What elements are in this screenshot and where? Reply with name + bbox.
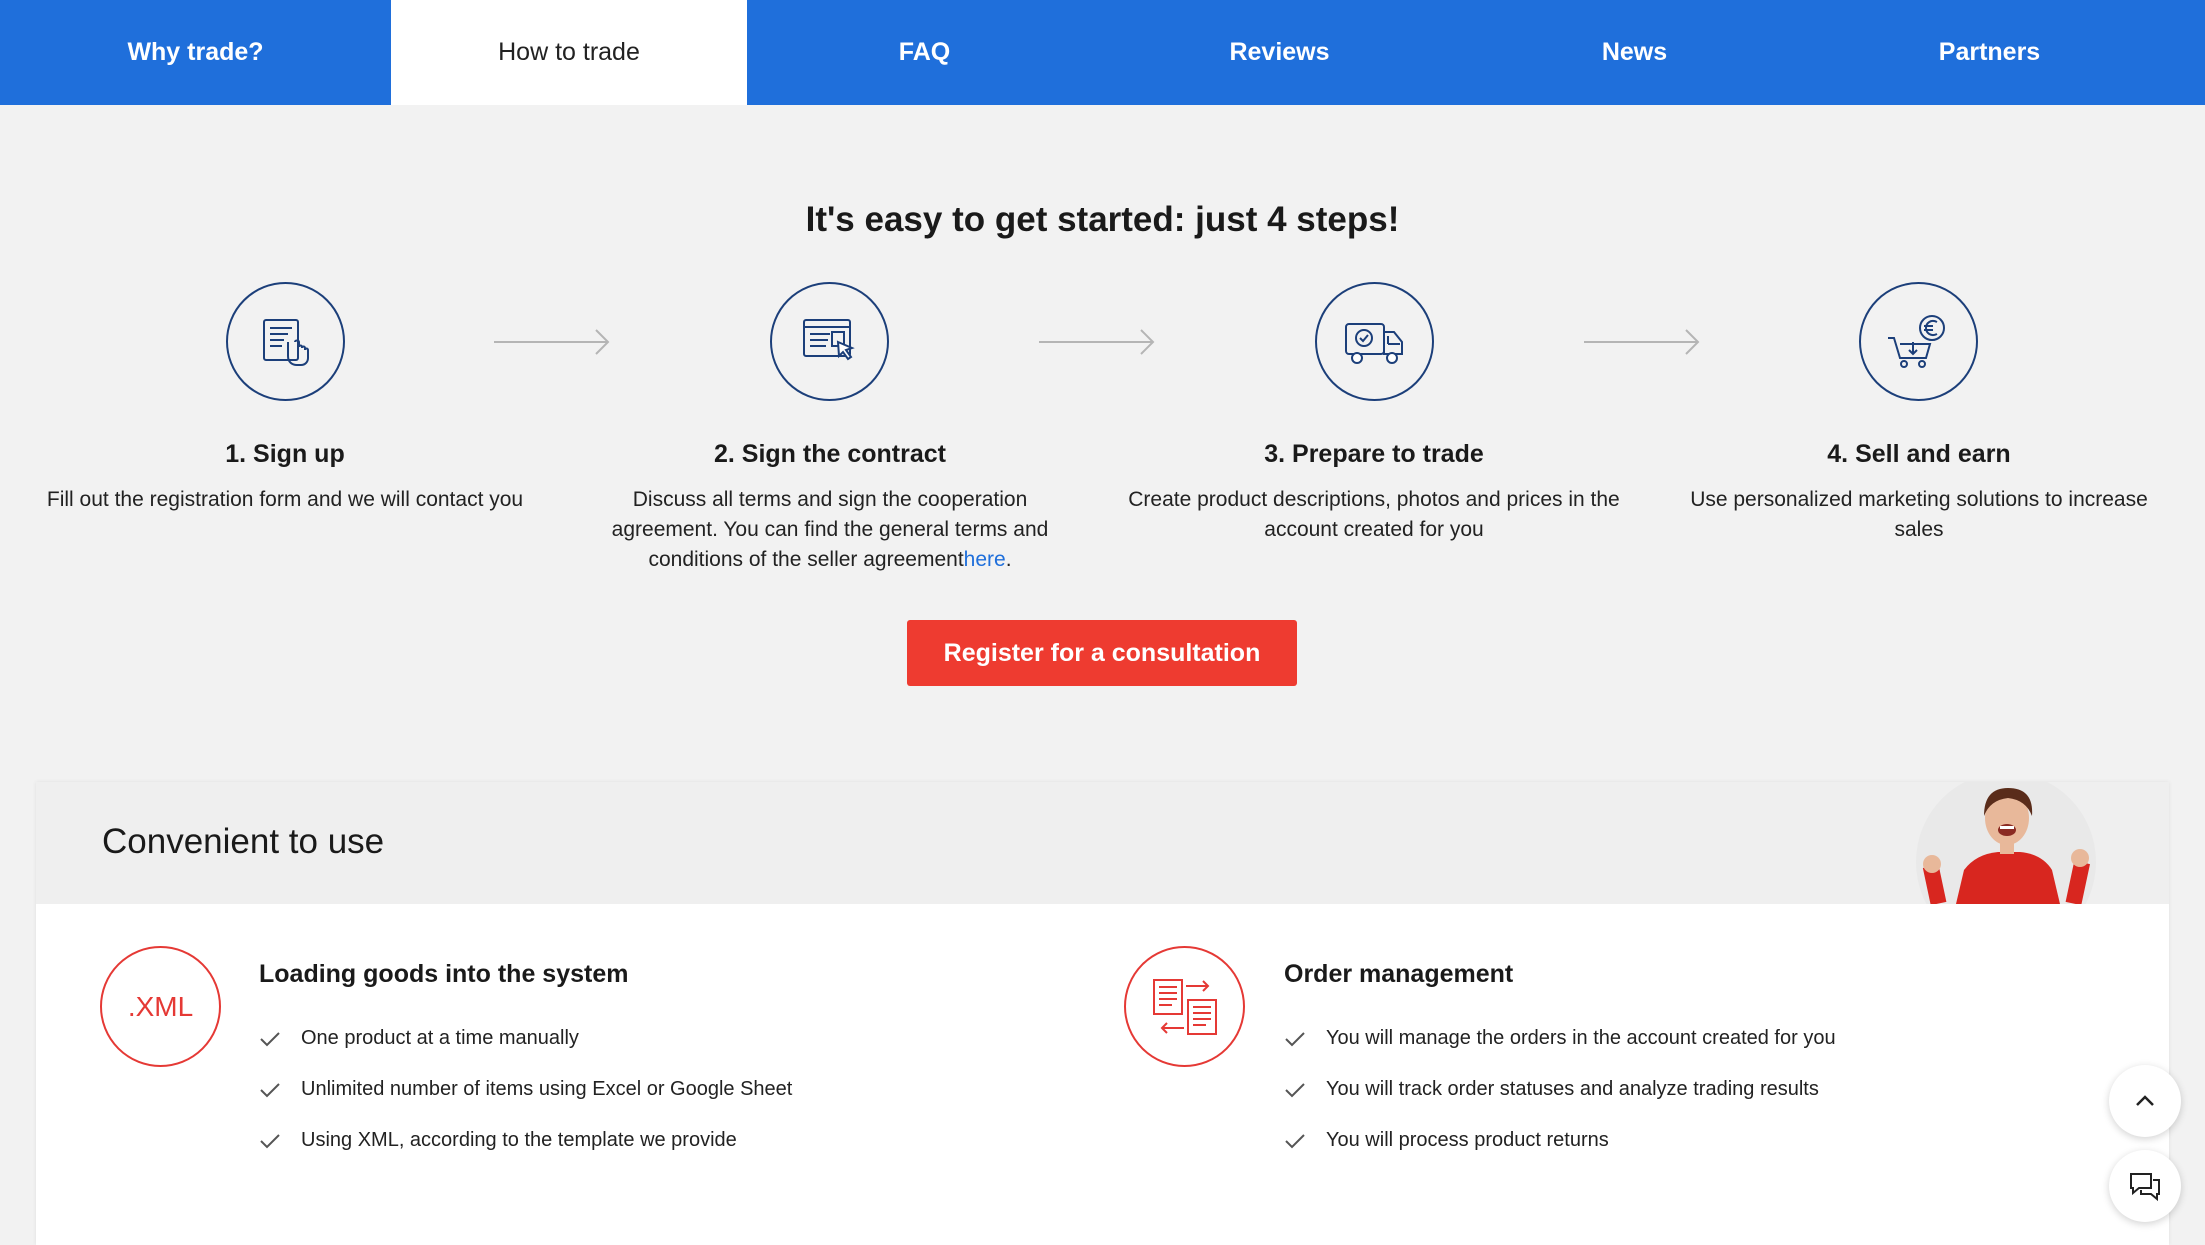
delivery-truck-icon — [1315, 282, 1434, 401]
chevron-up-icon — [2136, 1095, 2154, 1106]
arrow-right-icon — [494, 329, 610, 355]
seller-agreement-link[interactable]: here — [964, 548, 1006, 571]
xml-icon-text: .XML — [127, 990, 194, 1022]
card-header: Convenient to use — [36, 782, 2169, 904]
tab-faq[interactable]: FAQ — [747, 0, 1102, 105]
feature-list: You will manage the orders in the accoun… — [1284, 1027, 1836, 1180]
feature-title: Loading goods into the system — [259, 960, 629, 988]
feature-title: Order management — [1284, 960, 1514, 988]
step-desc: Create product descriptions, photos and … — [1124, 485, 1624, 545]
chat-button[interactable] — [2109, 1150, 2181, 1222]
step-desc-text: Create product descriptions, photos and … — [1128, 488, 1620, 541]
check-icon — [259, 1078, 301, 1102]
step-desc-text: Fill out the registration form and we wi… — [46, 488, 524, 511]
feature-list: One product at a time manually Unlimited… — [259, 1027, 792, 1180]
list-item-text: One product at a time manually — [301, 1027, 579, 1049]
step-desc: Fill out the registration form and we wi… — [35, 485, 535, 515]
check-icon — [1284, 1027, 1326, 1051]
steps-headline: It's easy to get started: just 4 steps! — [805, 200, 1400, 239]
convenient-card: Convenient to use .XML Loading goods int… — [36, 782, 2169, 1245]
list-item-text: You will manage the orders in the accoun… — [1326, 1027, 1836, 1049]
step-title: 4. Sell and earn — [1827, 440, 2011, 468]
list-item-text: You will track order statuses and analyz… — [1326, 1078, 1819, 1100]
xml-icon: .XML — [100, 946, 221, 1067]
smiling-woman-image — [1886, 782, 2126, 904]
list-item: You will track order statuses and analyz… — [1284, 1078, 1836, 1129]
list-item-text: Unlimited number of items using Excel or… — [301, 1078, 793, 1100]
list-item: One product at a time manually — [259, 1027, 792, 1078]
scroll-top-button[interactable] — [2109, 1065, 2181, 1137]
arrow-right-icon — [1039, 329, 1155, 355]
tab-how-to-trade[interactable]: How to trade — [391, 0, 747, 105]
list-item-text: You will process product returns — [1326, 1129, 1609, 1151]
step-title: 3. Prepare to trade — [1264, 440, 1484, 468]
card-title: Convenient to use — [102, 822, 385, 861]
check-icon — [1284, 1129, 1326, 1153]
list-item: Unlimited number of items using Excel or… — [259, 1078, 792, 1129]
list-item-text: Using XML, according to the template we … — [301, 1129, 737, 1151]
step-title: 2. Sign the contract — [714, 440, 946, 468]
step-desc-suffix: . — [1005, 548, 1012, 571]
check-icon — [259, 1027, 301, 1051]
register-consultation-button[interactable]: Register for a consultation — [907, 620, 1297, 686]
list-item: You will manage the orders in the accoun… — [1284, 1027, 1836, 1078]
order-exchange-icon — [1124, 946, 1245, 1067]
list-item: You will process product returns — [1284, 1129, 1836, 1180]
step-title: 1. Sign up — [225, 440, 345, 468]
check-icon — [1284, 1078, 1326, 1102]
contract-cursor-icon — [770, 282, 889, 401]
step-desc: Use personalized marketing solutions to … — [1669, 485, 2169, 545]
list-item: Using XML, according to the template we … — [259, 1129, 792, 1180]
step-desc: Discuss all terms and sign the cooperati… — [580, 485, 1080, 575]
tab-reviews[interactable]: Reviews — [1102, 0, 1457, 105]
step-desc-text: Use personalized marketing solutions to … — [1690, 488, 2148, 541]
top-nav: Why trade? How to trade FAQ Reviews News… — [0, 0, 2205, 105]
tab-news[interactable]: News — [1457, 0, 1812, 105]
cart-euro-icon — [1859, 282, 1978, 401]
form-hand-icon — [226, 282, 345, 401]
arrow-right-icon — [1584, 329, 1700, 355]
tab-why-trade[interactable]: Why trade? — [0, 0, 391, 105]
chat-icon — [2130, 1173, 2160, 1202]
tab-partners[interactable]: Partners — [1812, 0, 2167, 105]
check-icon — [259, 1129, 301, 1153]
